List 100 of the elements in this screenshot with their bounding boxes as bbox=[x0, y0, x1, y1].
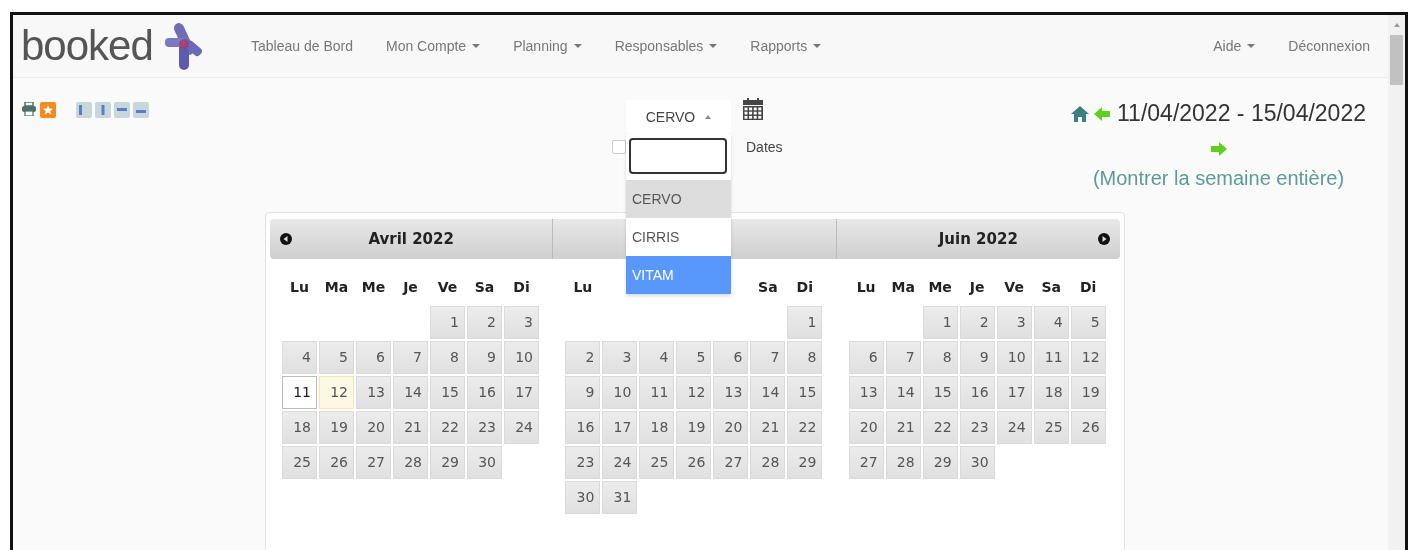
nav-link[interactable]: Aide bbox=[1213, 38, 1256, 55]
day-cell[interactable]: 25 bbox=[282, 446, 317, 479]
day-cell[interactable]: 12 bbox=[319, 376, 354, 409]
day-cell[interactable]: 21 bbox=[885, 411, 921, 444]
day-cell[interactable]: 27 bbox=[356, 446, 391, 479]
day-cell[interactable]: 5 bbox=[319, 341, 354, 374]
day-cell[interactable]: 13 bbox=[848, 376, 884, 409]
day-cell[interactable]: 10 bbox=[602, 376, 638, 409]
resource-select[interactable]: CERVO bbox=[626, 100, 731, 135]
day-cell[interactable]: 19 bbox=[1070, 376, 1106, 409]
day-cell[interactable]: 2 bbox=[565, 341, 601, 374]
day-cell[interactable]: 7 bbox=[750, 341, 786, 374]
day-cell[interactable]: 1 bbox=[922, 306, 958, 339]
day-cell[interactable]: 11 bbox=[1033, 341, 1069, 374]
day-cell[interactable]: 17 bbox=[602, 411, 638, 444]
day-cell[interactable]: 3 bbox=[996, 306, 1032, 339]
day-cell[interactable]: 20 bbox=[848, 411, 884, 444]
day-cell[interactable]: 22 bbox=[922, 411, 958, 444]
day-cell[interactable]: 11 bbox=[282, 376, 317, 409]
day-cell[interactable]: 24 bbox=[602, 446, 638, 479]
day-cell[interactable]: 6 bbox=[848, 341, 884, 374]
day-cell[interactable]: 4 bbox=[639, 341, 675, 374]
nav-link[interactable]: Responsables bbox=[614, 38, 718, 55]
day-cell[interactable]: 23 bbox=[565, 446, 601, 479]
day-cell[interactable]: 25 bbox=[1033, 411, 1069, 444]
printer-icon[interactable] bbox=[21, 102, 37, 117]
day-cell[interactable]: 18 bbox=[1033, 376, 1069, 409]
nav-link[interactable]: Rapports bbox=[750, 38, 822, 55]
calendar-icon[interactable] bbox=[743, 98, 763, 121]
day-cell[interactable]: 6 bbox=[356, 341, 391, 374]
day-cell[interactable]: 16 bbox=[959, 376, 995, 409]
day-cell[interactable]: 10 bbox=[996, 341, 1032, 374]
day-cell[interactable]: 30 bbox=[959, 446, 995, 479]
day-cell[interactable]: 22 bbox=[430, 411, 465, 444]
day-cell[interactable]: 9 bbox=[565, 376, 601, 409]
right-arrow-icon[interactable] bbox=[1210, 141, 1227, 158]
day-cell[interactable]: 18 bbox=[639, 411, 675, 444]
day-cell[interactable]: 15 bbox=[787, 376, 823, 409]
day-cell[interactable]: 7 bbox=[393, 341, 428, 374]
day-cell[interactable]: 9 bbox=[467, 341, 502, 374]
dropdown-option[interactable]: CERVO bbox=[626, 180, 731, 219]
next-month-icon[interactable] bbox=[1098, 233, 1110, 245]
day-cell[interactable]: 12 bbox=[1070, 341, 1106, 374]
day-cell[interactable]: 6 bbox=[713, 341, 749, 374]
left-arrow-icon[interactable] bbox=[1094, 105, 1111, 122]
nav-link[interactable]: Mon Compte bbox=[385, 38, 481, 55]
scrollbar[interactable] bbox=[1388, 15, 1405, 550]
day-cell[interactable]: 20 bbox=[713, 411, 749, 444]
day-cell[interactable]: 21 bbox=[393, 411, 428, 444]
day-cell[interactable]: 29 bbox=[430, 446, 465, 479]
layout-icon[interactable] bbox=[95, 102, 111, 119]
day-cell[interactable]: 15 bbox=[430, 376, 465, 409]
day-cell[interactable]: 24 bbox=[996, 411, 1032, 444]
checkbox[interactable] bbox=[612, 140, 626, 155]
day-cell[interactable]: 22 bbox=[787, 411, 823, 444]
day-cell[interactable]: 14 bbox=[393, 376, 428, 409]
nav-link[interactable]: Planning bbox=[513, 38, 582, 55]
day-cell[interactable]: 30 bbox=[467, 446, 502, 479]
logo-text[interactable]: booked bbox=[21, 22, 153, 71]
day-cell[interactable]: 28 bbox=[750, 446, 786, 479]
day-cell[interactable]: 3 bbox=[602, 341, 638, 374]
day-cell[interactable]: 19 bbox=[319, 411, 354, 444]
day-cell[interactable]: 8 bbox=[430, 341, 465, 374]
day-cell[interactable]: 14 bbox=[885, 376, 921, 409]
day-cell[interactable]: 27 bbox=[713, 446, 749, 479]
day-cell[interactable]: 13 bbox=[713, 376, 749, 409]
day-cell[interactable]: 23 bbox=[959, 411, 995, 444]
day-cell[interactable]: 1 bbox=[787, 306, 823, 339]
search-field[interactable] bbox=[629, 138, 727, 175]
day-cell[interactable]: 12 bbox=[676, 376, 712, 409]
scrollbar-thumb[interactable] bbox=[1390, 35, 1403, 85]
day-cell[interactable]: 23 bbox=[467, 411, 502, 444]
day-cell[interactable]: 25 bbox=[639, 446, 675, 479]
day-cell[interactable]: 5 bbox=[676, 341, 712, 374]
day-cell[interactable]: 4 bbox=[1033, 306, 1069, 339]
day-cell[interactable]: 24 bbox=[504, 411, 539, 444]
prev-month-icon[interactable] bbox=[280, 233, 292, 245]
day-cell[interactable]: 19 bbox=[676, 411, 712, 444]
day-cell[interactable]: 4 bbox=[282, 341, 317, 374]
nav-link[interactable]: Déconnexion bbox=[1288, 38, 1370, 55]
day-cell[interactable]: 11 bbox=[639, 376, 675, 409]
day-cell[interactable]: 10 bbox=[504, 341, 539, 374]
day-cell[interactable]: 7 bbox=[885, 341, 921, 374]
day-cell[interactable]: 14 bbox=[750, 376, 786, 409]
day-cell[interactable]: 18 bbox=[282, 411, 317, 444]
day-cell[interactable]: 2 bbox=[467, 306, 502, 339]
day-cell[interactable]: 29 bbox=[787, 446, 823, 479]
day-cell[interactable]: 30 bbox=[565, 481, 601, 514]
scroll-up-icon[interactable] bbox=[1393, 23, 1400, 27]
day-cell[interactable]: 2 bbox=[959, 306, 995, 339]
day-cell[interactable]: 26 bbox=[1070, 411, 1106, 444]
day-cell[interactable]: 15 bbox=[922, 376, 958, 409]
day-cell[interactable]: 13 bbox=[356, 376, 391, 409]
day-cell[interactable]: 21 bbox=[750, 411, 786, 444]
home-icon[interactable] bbox=[1071, 105, 1090, 122]
day-cell[interactable]: 29 bbox=[922, 446, 958, 479]
day-cell[interactable]: 31 bbox=[602, 481, 638, 514]
day-cell[interactable]: 28 bbox=[885, 446, 921, 479]
day-cell[interactable]: 3 bbox=[504, 306, 539, 339]
day-cell[interactable]: 26 bbox=[319, 446, 354, 479]
